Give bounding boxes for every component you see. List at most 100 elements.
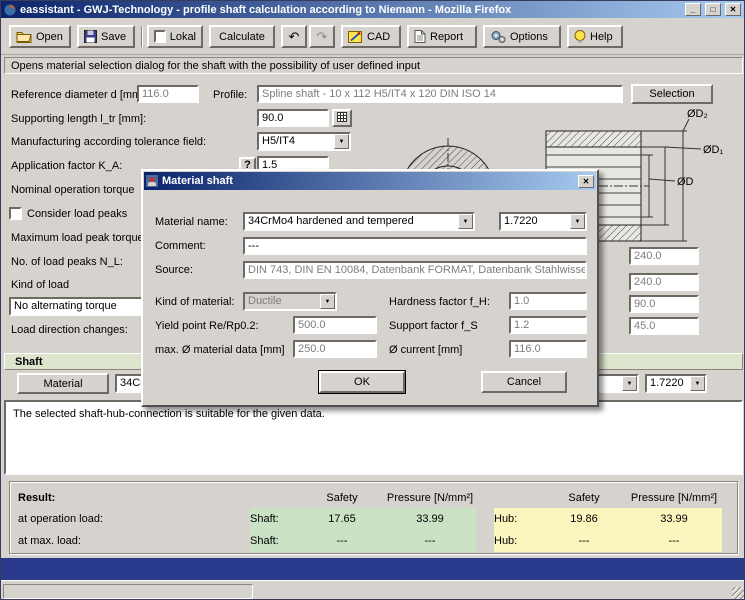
cad-button[interactable]: CAD	[341, 25, 401, 48]
result-panel: Result: Safety Pressure [N/mm²] Safety P…	[9, 481, 738, 554]
main-toolbar: Open Save Lokal Calculate ↶ ↷ CAD	[1, 18, 745, 55]
max-diameter-field[interactable]: 250.0	[293, 340, 377, 358]
save-button[interactable]: Save	[77, 25, 135, 48]
shaft-section-title: Shaft	[15, 356, 43, 368]
shaft-pressure-value: 33.99	[384, 508, 476, 530]
close-button[interactable]: ✕	[725, 3, 741, 16]
redo-button[interactable]: ↷	[309, 25, 335, 48]
yield-point-field[interactable]: 500.0	[293, 316, 377, 334]
help-label: Help	[590, 31, 613, 43]
status-panel	[3, 584, 253, 599]
current-diameter-field[interactable]: 116.0	[509, 340, 587, 358]
chevron-down-icon[interactable]: ▼	[690, 376, 705, 391]
result-row-operation: at operation load: Shaft: 17.65 33.99 Hu…	[18, 508, 722, 530]
material-name-select[interactable]: 34CrMo4 hardened and tempered ▼	[243, 212, 475, 231]
minimize-button[interactable]: _	[685, 3, 701, 16]
load-peaks-label: No. of load peaks N_L:	[11, 256, 123, 269]
hub-pressure-value: ---	[626, 530, 722, 552]
cancel-button[interactable]: Cancel	[481, 371, 567, 393]
report-button[interactable]: Report	[407, 25, 477, 48]
consider-load-peaks-checkbox[interactable]	[9, 207, 22, 220]
dialog-app-icon	[146, 175, 158, 187]
save-label: Save	[101, 31, 126, 43]
material-button[interactable]: Material	[17, 373, 109, 394]
max-diameter-label: max. Ø material data [mm]	[155, 344, 285, 357]
shaft-pressure-header: Pressure [N/mm²]	[384, 487, 476, 509]
application-factor-label: Application factor K_A:	[11, 160, 122, 173]
kind-of-load-select[interactable]: No alternating torque ▼	[9, 297, 163, 316]
hardness-factor-label: Hardness factor f_H:	[389, 296, 490, 309]
shaft-safety-value: 17.65	[300, 508, 384, 530]
tolerance-select[interactable]: H5/IT4 ▼	[257, 132, 351, 151]
result-header-row: Result: Safety Pressure [N/mm²] Safety P…	[18, 487, 722, 509]
yield-point-label: Yield point Re/Rp0.2:	[155, 320, 259, 333]
current-diameter-label: Ø current [mm]	[389, 344, 462, 357]
nominal-torque-label: Nominal operation torque	[11, 184, 135, 197]
open-label: Open	[36, 31, 63, 43]
diameter-d1-label: ØD₁	[703, 144, 724, 156]
material-number-select[interactable]: 1.7220 ▼	[499, 212, 587, 231]
save-floppy-icon	[84, 30, 97, 43]
source-label: Source:	[155, 264, 193, 277]
source-field[interactable]: DIN 743, DIN EN 10084, Datenbank FORMAT,…	[243, 261, 587, 279]
hub-safety-value: ---	[542, 530, 626, 552]
redo-icon: ↷	[317, 29, 328, 45]
support-factor-label: Support factor f_S	[389, 320, 478, 333]
load-direction-label: Load direction changes:	[11, 324, 128, 337]
calculate-label: Calculate	[219, 31, 265, 43]
chevron-down-icon[interactable]: ▼	[570, 214, 585, 229]
chevron-down-icon[interactable]: ▼	[334, 134, 349, 149]
hub-pressure-value: 33.99	[626, 508, 722, 530]
status-bar	[1, 580, 745, 600]
report-label: Report	[430, 31, 463, 43]
calculate-button[interactable]: Calculate	[209, 25, 275, 48]
material-shaft-dialog: Material shaft ✕ Material name: 34CrMo4 …	[141, 169, 599, 407]
hardness-factor-field[interactable]: 1.0	[509, 292, 587, 310]
open-button[interactable]: Open	[9, 25, 71, 48]
window-titlebar[interactable]: eassistant - GWJ-Technology - profile sh…	[1, 1, 744, 18]
hub-safety-value: 19.86	[542, 508, 626, 530]
dialog-titlebar[interactable]: Material shaft ✕	[144, 172, 596, 190]
hub-safety-header: Safety	[542, 487, 626, 509]
resize-grip[interactable]	[732, 587, 745, 600]
calculator-button[interactable]	[332, 109, 352, 127]
chevron-down-icon[interactable]: ▼	[622, 376, 637, 391]
material-name-value: 34CrMo4 hardened and tempered	[245, 214, 473, 228]
ok-button[interactable]: OK	[319, 371, 405, 393]
lokal-checkbox[interactable]	[154, 30, 166, 43]
material-name-label: Material name:	[155, 216, 228, 229]
undo-icon: ↶	[289, 29, 300, 45]
dialog-close-button[interactable]: ✕	[578, 175, 594, 188]
profile-label: Profile:	[213, 89, 247, 102]
shaft-pressure-value: ---	[384, 530, 476, 552]
kind-of-material-label: Kind of material:	[155, 296, 234, 309]
supporting-length-field[interactable]: 90.0	[257, 109, 329, 127]
chevron-down-icon[interactable]: ▼	[458, 214, 473, 229]
kind-of-load-label: Kind of load	[11, 279, 69, 292]
support-factor-field[interactable]: 1.2	[509, 316, 587, 334]
comment-field[interactable]: ---	[243, 237, 587, 255]
options-button[interactable]: Options	[483, 25, 561, 48]
row-label: at operation load:	[18, 508, 250, 530]
message-area[interactable]: The selected shaft-hub-connection is sui…	[4, 400, 743, 475]
kind-of-material-select[interactable]: Ductile ▼	[243, 292, 337, 311]
diameter-d-label: ØD	[677, 176, 694, 188]
hub-cell-label: Hub:	[494, 508, 542, 530]
help-button[interactable]: Help	[567, 25, 623, 48]
diameter-d2-label: ØD₂	[687, 108, 708, 120]
window-title: eassistant - GWJ-Technology - profile sh…	[20, 4, 681, 16]
help-bulb-icon	[574, 30, 586, 43]
shaft-material-number-select[interactable]: 1.7220 ▼	[645, 374, 707, 393]
report-document-icon	[414, 30, 426, 43]
undo-button[interactable]: ↶	[281, 25, 307, 48]
application-window: eassistant - GWJ-Technology - profile sh…	[0, 0, 745, 600]
hint-bar: Opens material selection dialog for the …	[4, 57, 743, 74]
shaft-cell-label: Shaft:	[250, 530, 300, 552]
maximize-button[interactable]: □	[705, 3, 721, 16]
reference-diameter-label: Reference diameter d [mm]:	[11, 89, 147, 102]
firefox-icon	[4, 4, 16, 16]
lokal-toggle-button[interactable]: Lokal	[147, 25, 203, 48]
chevron-down-icon[interactable]: ▼	[320, 294, 335, 309]
toolbar-separator	[141, 26, 143, 47]
reference-diameter-field[interactable]: 116.0	[137, 85, 199, 103]
